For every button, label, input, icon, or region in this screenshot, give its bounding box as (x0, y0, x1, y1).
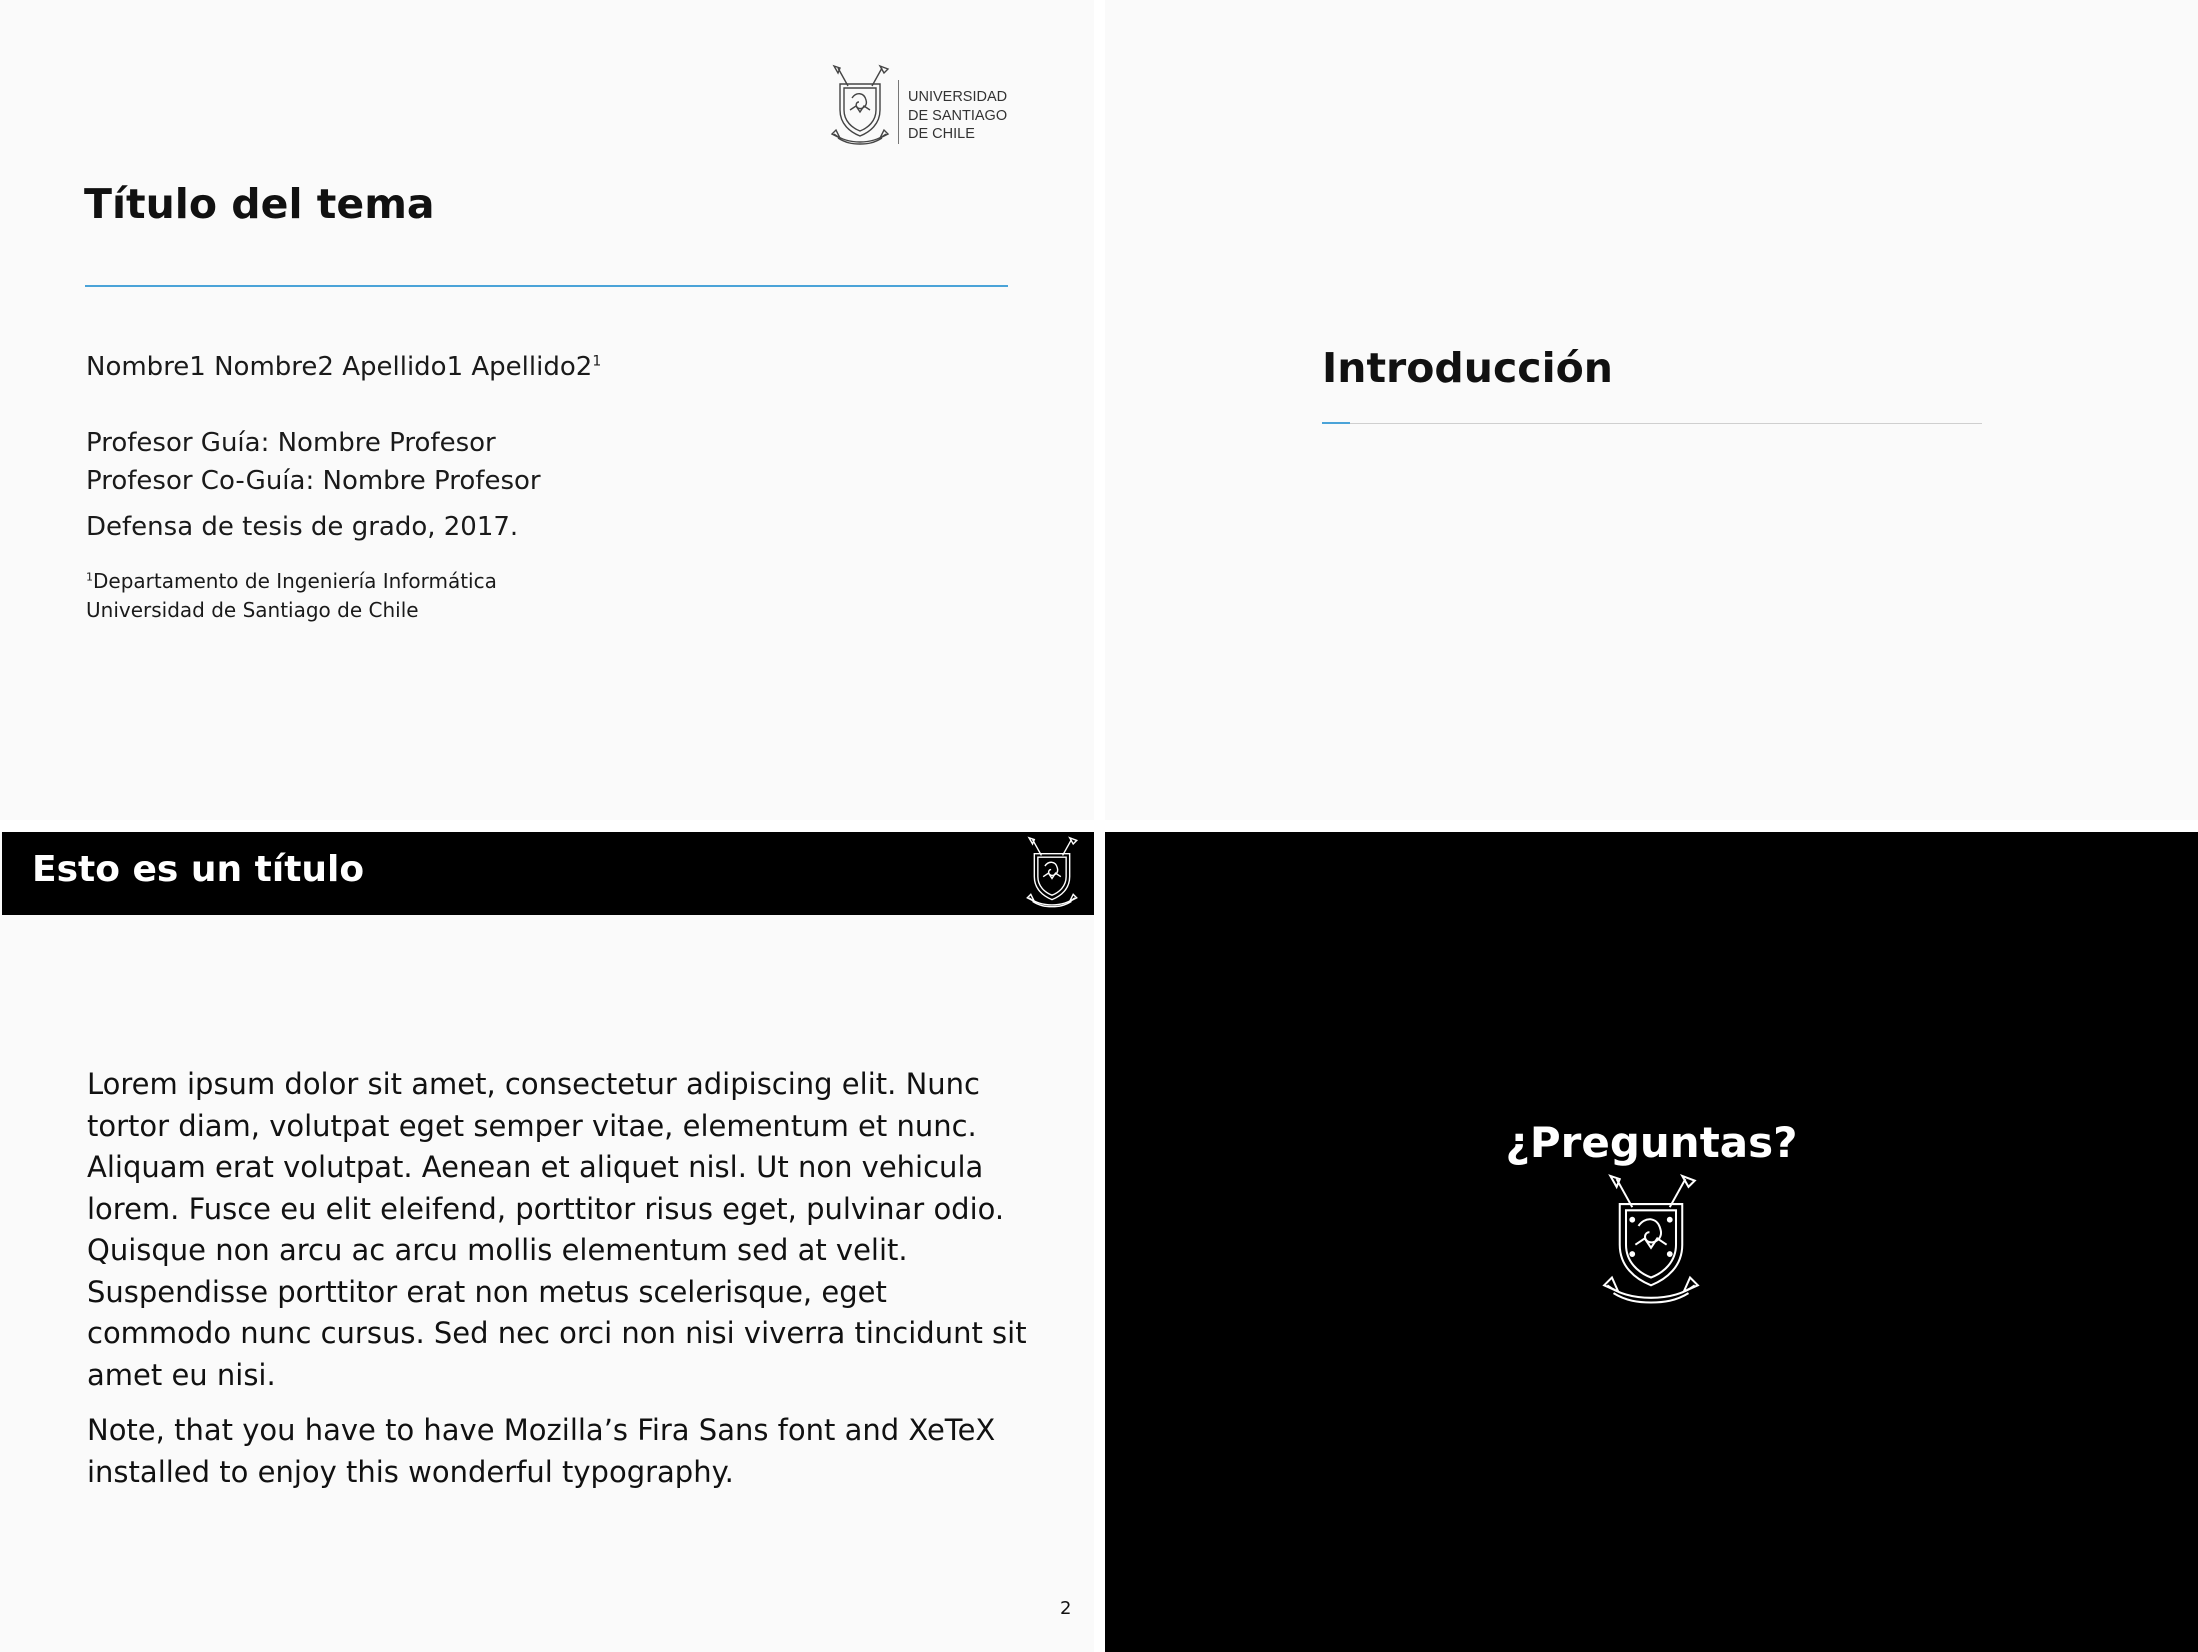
frame-title-bar: Esto es un título (2, 832, 1094, 915)
author-names: Nombre1 Nombre2 Apellido1 Apellido2 (86, 352, 593, 382)
university-crest-icon (830, 64, 890, 145)
university-crest-icon (1602, 1173, 1700, 1304)
questions-title: ¿Preguntas? (1505, 1118, 1798, 1167)
affiliation-mark: 1 (86, 570, 93, 584)
questions-slide: ¿Preguntas? (1105, 832, 2198, 1652)
affiliation-department: 1Departamento de Ingeniería Informática (86, 569, 497, 593)
section-progress-accent (1322, 422, 1350, 424)
body-paragraph: Lorem ipsum dolor sit amet, consectetur … (87, 1067, 1027, 1392)
frame-title: Esto es un título (32, 849, 365, 890)
frame-body: Lorem ipsum dolor sit amet, consectetur … (87, 1064, 1027, 1507)
university-logo: UNIVERSIDAD DE SANTIAGO DE CHILE (828, 64, 1008, 150)
section-slide: Introducción (1105, 0, 2198, 820)
event-line: Defensa de tesis de grado, 2017. (86, 512, 519, 542)
university-logo-text: UNIVERSIDAD DE SANTIAGO DE CHILE (908, 89, 1008, 142)
title-rule (85, 285, 1008, 287)
presentation-title: Título del tema (84, 180, 435, 228)
author-line: Nombre1 Nombre2 Apellido1 Apellido21 (86, 352, 601, 382)
content-slide: Esto es un título Lorem ipsum dolor sit … (0, 832, 1094, 1652)
section-title: Introducción (1322, 344, 1613, 392)
body-paragraph: Note, that you have to have Mozilla’s Fi… (87, 1413, 996, 1489)
author-footnote-mark: 1 (592, 353, 602, 370)
university-crest-icon (1026, 836, 1079, 908)
section-rule (1322, 423, 1982, 424)
department-name: Departamento de Ingeniería Informática (93, 569, 497, 593)
page-number: 2 (1060, 1598, 1072, 1619)
affiliation-university: Universidad de Santiago de Chile (86, 598, 419, 622)
logo-divider (898, 80, 899, 144)
co-advisor-line: Profesor Co-Guía: Nombre Profesor (86, 466, 541, 496)
advisor-line: Profesor Guía: Nombre Profesor (86, 428, 496, 458)
title-slide: UNIVERSIDAD DE SANTIAGO DE CHILE Título … (0, 0, 1094, 820)
